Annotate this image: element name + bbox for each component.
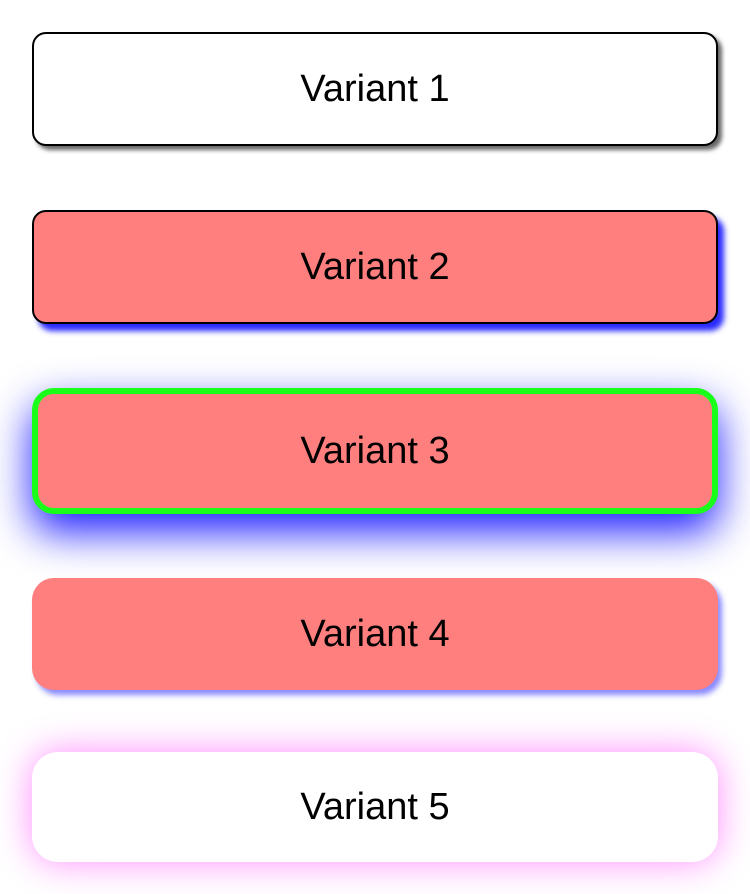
- variant-1-label: Variant 1: [300, 68, 450, 110]
- variant-4-button[interactable]: Variant 4: [32, 578, 718, 690]
- variant-3-button[interactable]: Variant 3: [32, 388, 718, 514]
- variant-1-button[interactable]: Variant 1: [32, 32, 718, 146]
- variant-3-label: Variant 3: [300, 430, 450, 472]
- variant-5-button[interactable]: Variant 5: [32, 752, 718, 862]
- variant-5-label: Variant 5: [300, 786, 450, 828]
- variant-2-label: Variant 2: [300, 246, 450, 288]
- variant-2-button[interactable]: Variant 2: [32, 210, 718, 324]
- variant-4-label: Variant 4: [300, 613, 450, 655]
